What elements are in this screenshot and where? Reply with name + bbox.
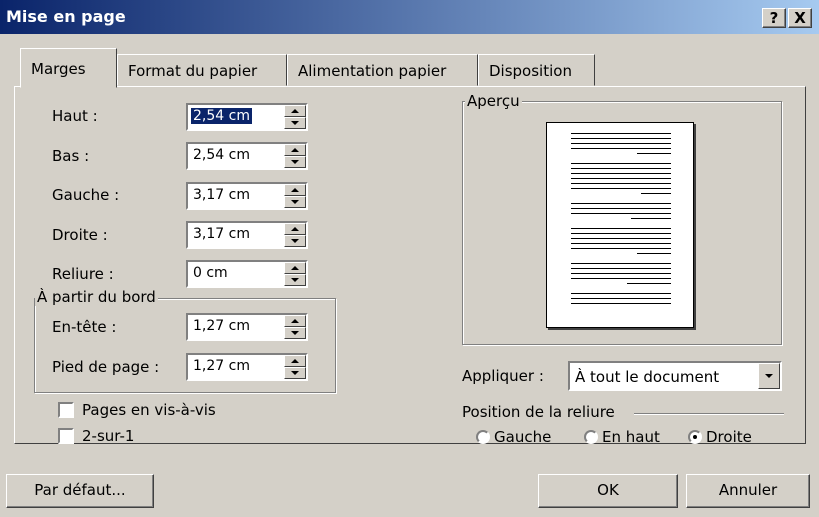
haut-label: Haut : xyxy=(52,107,98,125)
window-title: Mise en page xyxy=(6,7,126,26)
position-legend: Position de la reliure xyxy=(462,403,615,421)
close-button[interactable]: X xyxy=(788,8,812,28)
droite-label: Droite : xyxy=(52,226,108,244)
appliquer-select[interactable]: À tout le document xyxy=(568,361,782,391)
arrow-up-icon xyxy=(291,148,299,152)
bord-legend: À partir du bord xyxy=(35,288,158,306)
title-bar: Mise en page ? X xyxy=(0,0,819,34)
arrow-down-icon xyxy=(291,160,299,164)
reliure-label: Reliure : xyxy=(52,265,114,283)
arrow-up-icon xyxy=(291,319,299,323)
tab-alimentation-papier[interactable]: Alimentation papier xyxy=(287,54,478,86)
radio-droite[interactable] xyxy=(688,430,702,444)
spin-up-button[interactable] xyxy=(284,223,306,235)
radio-gauche-label[interactable]: Gauche xyxy=(494,428,551,446)
radio-en-haut-label[interactable]: En haut xyxy=(602,428,660,446)
arrow-up-icon xyxy=(291,266,299,270)
radio-droite-label[interactable]: Droite xyxy=(706,428,752,446)
spin-up-button[interactable] xyxy=(284,315,306,327)
arrow-up-icon xyxy=(291,188,299,192)
spin-up-button[interactable] xyxy=(284,144,306,156)
annuler-button[interactable]: Annuler xyxy=(686,474,810,508)
spin-up-button[interactable] xyxy=(284,355,306,367)
tab-disposition[interactable]: Disposition xyxy=(478,54,595,86)
gauche-label: Gauche : xyxy=(52,186,120,204)
spin-up-button[interactable] xyxy=(284,184,306,196)
arrow-up-icon xyxy=(291,359,299,363)
droite-spinner[interactable]: 3,17 cm xyxy=(186,221,308,249)
appliquer-value[interactable]: À tout le document xyxy=(575,368,719,386)
gauche-value[interactable]: 3,17 cm xyxy=(191,187,252,203)
vis-a-vis-label[interactable]: Pages en vis-à-vis xyxy=(82,401,216,419)
arrow-up-icon xyxy=(291,109,299,113)
spin-up-button[interactable] xyxy=(284,105,306,117)
arrow-up-icon xyxy=(291,227,299,231)
spin-down-button[interactable] xyxy=(284,274,306,286)
spin-up-button[interactable] xyxy=(284,262,306,274)
arrow-down-icon xyxy=(291,371,299,375)
radio-gauche[interactable] xyxy=(476,430,490,444)
bas-label: Bas : xyxy=(52,147,90,165)
droite-value[interactable]: 3,17 cm xyxy=(191,226,252,242)
deux-sur-un-checkbox[interactable] xyxy=(58,428,74,444)
help-button[interactable]: ? xyxy=(762,8,786,28)
par-defaut-button[interactable]: Par défaut... xyxy=(6,474,154,508)
arrow-down-icon xyxy=(291,331,299,335)
arrow-down-icon xyxy=(291,239,299,243)
deux-sur-un-label[interactable]: 2-sur-1 xyxy=(82,427,134,445)
radio-selected-dot xyxy=(693,435,697,439)
entete-value[interactable]: 1,27 cm xyxy=(191,318,252,334)
entete-label: En-tête : xyxy=(52,318,117,336)
arrow-down-icon xyxy=(291,121,299,125)
position-separator xyxy=(634,413,784,415)
preview-page xyxy=(546,122,694,328)
vis-a-vis-checkbox[interactable] xyxy=(58,402,74,418)
tab-marges[interactable]: Marges xyxy=(20,48,117,88)
radio-en-haut[interactable] xyxy=(584,430,598,444)
chevron-down-icon xyxy=(765,374,773,378)
tab-format-papier[interactable]: Format du papier xyxy=(117,54,287,86)
bas-value[interactable]: 2,54 cm xyxy=(191,147,252,163)
spin-down-button[interactable] xyxy=(284,117,306,129)
arrow-down-icon xyxy=(291,278,299,282)
spin-down-button[interactable] xyxy=(284,327,306,339)
pied-value[interactable]: 1,27 cm xyxy=(191,358,252,374)
spin-down-button[interactable] xyxy=(284,156,306,168)
pied-spinner[interactable]: 1,27 cm xyxy=(186,353,308,381)
gauche-spinner[interactable]: 3,17 cm xyxy=(186,182,308,210)
haut-value[interactable]: 2,54 cm xyxy=(191,108,252,124)
bas-spinner[interactable]: 2,54 cm xyxy=(186,142,308,170)
spin-down-button[interactable] xyxy=(284,367,306,379)
ok-button[interactable]: OK xyxy=(538,474,678,508)
arrow-down-icon xyxy=(291,200,299,204)
pied-label: Pied de page : xyxy=(52,358,160,376)
apercu-legend: Aperçu xyxy=(465,92,522,110)
haut-spinner[interactable]: 2,54 cm xyxy=(186,103,308,131)
page-setup-dialog: Mise en page ? X Marges Format du papier… xyxy=(0,0,819,517)
entete-spinner[interactable]: 1,27 cm xyxy=(186,313,308,341)
reliure-spinner[interactable]: 0 cm xyxy=(186,260,308,288)
reliure-value[interactable]: 0 cm xyxy=(191,265,230,281)
spin-down-button[interactable] xyxy=(284,235,306,247)
appliquer-label: Appliquer : xyxy=(462,367,544,385)
spin-down-button[interactable] xyxy=(284,196,306,208)
dropdown-button[interactable] xyxy=(758,363,780,389)
